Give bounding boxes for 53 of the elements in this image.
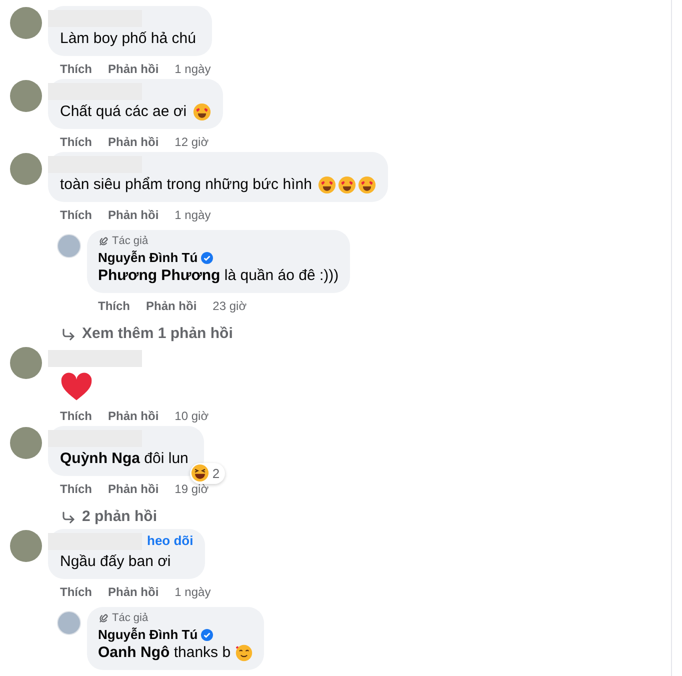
reaction-count[interactable]: 2	[190, 462, 225, 484]
avatar[interactable]	[57, 611, 81, 635]
like-link[interactable]: Thích	[60, 482, 92, 496]
avatar[interactable]	[57, 234, 81, 258]
comment-time: 1 ngày	[174, 585, 211, 599]
view-replies-link[interactable]: Xem thêm 1 phản hồi	[0, 325, 233, 343]
heart-eyes-emoji-icon	[358, 176, 376, 194]
reply-text: Phương Phương là quần áo đê :)))	[98, 266, 339, 286]
comment-time: 1 ngày	[174, 62, 211, 76]
avatar[interactable]	[10, 347, 42, 379]
reply-link[interactable]: Phản hồi	[108, 585, 159, 599]
view-replies-link[interactable]: 2 phản hồi	[0, 508, 157, 526]
like-link[interactable]: Thích	[60, 208, 92, 222]
reply-link[interactable]: Phản hồi	[108, 409, 159, 423]
reply-link[interactable]: Phản hồi	[146, 299, 197, 313]
reply-link[interactable]: Phản hồi	[108, 482, 159, 496]
heart-eyes-emoji-icon	[318, 176, 336, 194]
reply-link[interactable]: Phản hồi	[108, 62, 159, 76]
like-link[interactable]: Thích	[98, 299, 130, 313]
comment-time: 10 giờ	[174, 409, 209, 423]
like-link[interactable]: Thích	[60, 585, 92, 599]
comment-text: Chất quá các ae ơi	[60, 102, 187, 122]
reply-link[interactable]: Phản hồi	[108, 208, 159, 222]
heart-eyes-emoji-icon	[338, 176, 356, 194]
comment-text: toàn siêu phẩm trong những bức hình	[60, 175, 312, 195]
avatar[interactable]	[10, 7, 42, 39]
follow-link[interactable]: heo dõi	[147, 533, 194, 548]
comment-text: Ngầu đấy ban ơi	[60, 552, 171, 572]
reply-link[interactable]: Phản hồi	[108, 135, 159, 149]
laughing-emoji-icon	[191, 464, 210, 482]
reply-arrow-icon	[61, 326, 76, 342]
like-link[interactable]: Thích	[60, 62, 92, 76]
comment-text: Quỳnh Nga đôi lun	[60, 449, 188, 469]
reply-text: Oanh Ngô thanks b	[98, 643, 231, 663]
like-link[interactable]: Thích	[60, 409, 92, 423]
comment-time: 12 giờ	[174, 135, 209, 149]
smiling-hearts-emoji-icon	[234, 644, 253, 662]
author-label: Tác giả	[112, 612, 148, 625]
heart-eyes-emoji-icon	[192, 103, 211, 121]
comment-time: 23 giờ	[212, 299, 247, 313]
reply-arrow-icon	[61, 510, 76, 524]
author-label: Tác giả	[112, 235, 148, 248]
commenter-name[interactable]: Nguyễn Đình Tú	[98, 250, 198, 266]
avatar[interactable]	[10, 530, 42, 562]
comment-text: Làm boy phố hả chú	[60, 29, 196, 49]
avatar[interactable]	[10, 80, 42, 112]
avatar[interactable]	[10, 427, 42, 459]
comment-time: 19 giờ	[174, 482, 209, 496]
avatar[interactable]	[10, 153, 42, 185]
like-link[interactable]: Thích	[60, 135, 92, 149]
comment-time: 1 ngày	[174, 208, 211, 222]
heart-icon	[60, 370, 93, 403]
commenter-name[interactable]: Nguyễn Đình Tú	[98, 627, 198, 643]
